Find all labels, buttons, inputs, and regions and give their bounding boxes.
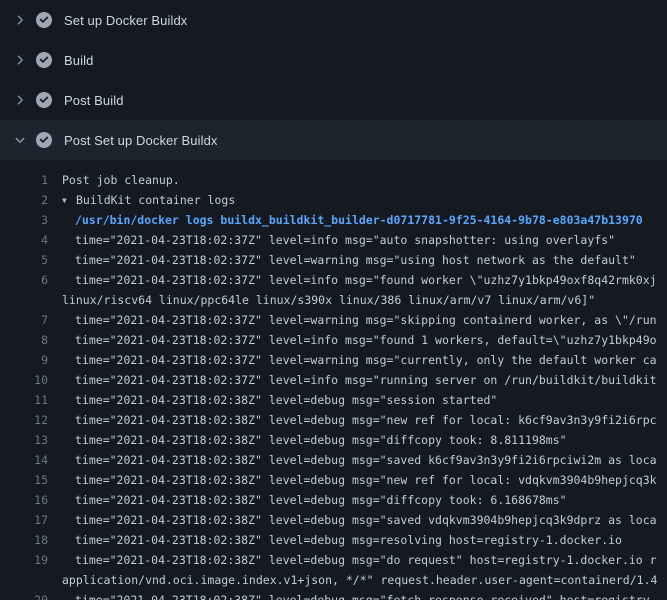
chevron-icon[interactable]: [14, 94, 36, 106]
log-text: Post job cleanup.: [62, 170, 180, 190]
log-text: time="2021-04-23T18:02:38Z" level=debug …: [62, 470, 657, 490]
log-text: linux/riscv64 linux/ppc64le linux/s390x …: [62, 290, 595, 310]
log-text: time="2021-04-23T18:02:38Z" level=debug …: [62, 590, 650, 600]
line-number[interactable]: 7: [0, 310, 48, 330]
line-number[interactable]: 1: [0, 170, 48, 190]
log-text: ▼BuildKit container logs: [62, 190, 235, 210]
step-row[interactable]: Set up Docker Buildx: [0, 0, 667, 40]
step-row[interactable]: Post Build: [0, 80, 667, 120]
line-number[interactable]: 15: [0, 470, 48, 490]
log-line: 9 time="2021-04-23T18:02:37Z" level=warn…: [0, 350, 667, 370]
log-line: 3 /usr/bin/docker logs buildx_buildkit_b…: [0, 210, 667, 230]
line-number[interactable]: [0, 570, 48, 590]
log-text: time="2021-04-23T18:02:38Z" level=debug …: [62, 510, 657, 530]
log-text: time="2021-04-23T18:02:37Z" level=info m…: [62, 370, 657, 390]
log-text: time="2021-04-23T18:02:38Z" level=debug …: [62, 450, 657, 470]
workflow-steps: Set up Docker Buildx Build P: [0, 0, 667, 160]
log-text: time="2021-04-23T18:02:37Z" level=warnin…: [62, 350, 657, 370]
log-text: time="2021-04-23T18:02:38Z" level=debug …: [62, 490, 567, 510]
log-line: 10 time="2021-04-23T18:02:37Z" level=inf…: [0, 370, 667, 390]
log-line: 4 time="2021-04-23T18:02:37Z" level=info…: [0, 230, 667, 250]
line-number[interactable]: [0, 290, 48, 310]
log-text: time="2021-04-23T18:02:37Z" level=warnin…: [62, 250, 636, 270]
log-area: 1 Post job cleanup. 2 ▼BuildKit containe…: [0, 160, 667, 600]
line-number[interactable]: 9: [0, 350, 48, 370]
line-number[interactable]: 17: [0, 510, 48, 530]
line-number[interactable]: 4: [0, 230, 48, 250]
step-label: Build: [64, 53, 93, 68]
log-line: 6 time="2021-04-23T18:02:37Z" level=info…: [0, 270, 667, 290]
log-text: time="2021-04-23T18:02:38Z" level=debug …: [62, 530, 622, 550]
check-circle-icon: [36, 132, 64, 148]
log-line: 11 time="2021-04-23T18:02:38Z" level=deb…: [0, 390, 667, 410]
log-line: 18 time="2021-04-23T18:02:38Z" level=deb…: [0, 530, 667, 550]
log-text: /usr/bin/docker logs buildx_buildkit_bui…: [62, 210, 643, 230]
log-line: 16 time="2021-04-23T18:02:38Z" level=deb…: [0, 490, 667, 510]
step-row[interactable]: Build: [0, 40, 667, 80]
log-line: 15 time="2021-04-23T18:02:38Z" level=deb…: [0, 470, 667, 490]
step-label: Post Set up Docker Buildx: [64, 133, 218, 148]
check-circle-icon: [36, 12, 64, 28]
log-text: time="2021-04-23T18:02:37Z" level=info m…: [62, 270, 657, 290]
line-number[interactable]: 12: [0, 410, 48, 430]
log-line: 2 ▼BuildKit container logs: [0, 190, 667, 210]
line-number[interactable]: 3: [0, 210, 48, 230]
chevron-icon[interactable]: [14, 14, 36, 26]
step-label: Post Build: [64, 93, 124, 108]
log-line: 13 time="2021-04-23T18:02:38Z" level=deb…: [0, 430, 667, 450]
log-text: time="2021-04-23T18:02:37Z" level=warnin…: [62, 310, 657, 330]
chevron-icon[interactable]: [14, 54, 36, 66]
line-number[interactable]: 16: [0, 490, 48, 510]
line-number[interactable]: 8: [0, 330, 48, 350]
log-line: 20 time="2021-04-23T18:02:38Z" level=deb…: [0, 590, 667, 600]
line-number[interactable]: 20: [0, 590, 48, 600]
log-line: 5 time="2021-04-23T18:02:37Z" level=warn…: [0, 250, 667, 270]
log-line: 12 time="2021-04-23T18:02:38Z" level=deb…: [0, 410, 667, 430]
line-number[interactable]: 10: [0, 370, 48, 390]
log-line: 14 time="2021-04-23T18:02:38Z" level=deb…: [0, 450, 667, 470]
check-circle-icon: [36, 52, 64, 68]
line-number[interactable]: 11: [0, 390, 48, 410]
log-line: linux/riscv64 linux/ppc64le linux/s390x …: [0, 290, 667, 310]
log-text: time="2021-04-23T18:02:37Z" level=info m…: [62, 330, 657, 350]
line-number[interactable]: 2: [0, 190, 48, 210]
log-text: application/vnd.oci.image.index.v1+json,…: [62, 570, 657, 590]
log-line: application/vnd.oci.image.index.v1+json,…: [0, 570, 667, 590]
log-text: time="2021-04-23T18:02:38Z" level=debug …: [62, 410, 657, 430]
log-line: 1 Post job cleanup.: [0, 170, 667, 190]
workflow-log-viewer: Set up Docker Buildx Build P: [0, 0, 667, 600]
line-number[interactable]: 14: [0, 450, 48, 470]
group-toggle-icon[interactable]: ▼: [62, 191, 76, 210]
log-line: 17 time="2021-04-23T18:02:38Z" level=deb…: [0, 510, 667, 530]
line-number[interactable]: 18: [0, 530, 48, 550]
line-number[interactable]: 5: [0, 250, 48, 270]
line-number[interactable]: 13: [0, 430, 48, 450]
log-line: 7 time="2021-04-23T18:02:37Z" level=warn…: [0, 310, 667, 330]
step-label: Set up Docker Buildx: [64, 13, 187, 28]
log-text: time="2021-04-23T18:02:38Z" level=debug …: [62, 430, 567, 450]
log-line: 8 time="2021-04-23T18:02:37Z" level=info…: [0, 330, 667, 350]
log-text: time="2021-04-23T18:02:37Z" level=info m…: [62, 230, 615, 250]
chevron-icon[interactable]: [14, 134, 36, 146]
group-label[interactable]: BuildKit container logs: [76, 193, 235, 207]
log-text: time="2021-04-23T18:02:38Z" level=debug …: [62, 550, 657, 570]
step-row[interactable]: Post Set up Docker Buildx: [0, 120, 667, 160]
log-text: time="2021-04-23T18:02:38Z" level=debug …: [62, 390, 497, 410]
line-number[interactable]: 19: [0, 550, 48, 570]
line-number[interactable]: 6: [0, 270, 48, 290]
log-line: 19 time="2021-04-23T18:02:38Z" level=deb…: [0, 550, 667, 570]
check-circle-icon: [36, 92, 64, 108]
